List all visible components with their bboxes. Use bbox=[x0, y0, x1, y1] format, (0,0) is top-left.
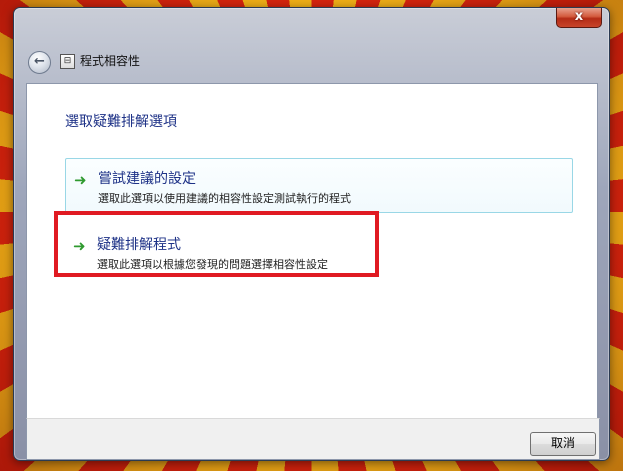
dialog-footer: 取消 bbox=[26, 418, 600, 460]
compatibility-app-icon: ⊟ bbox=[60, 54, 75, 69]
red-highlight-box bbox=[54, 211, 379, 277]
option-try-recommended-settings[interactable]: ➜ 嘗試建議的設定 選取此選項以使用建議的相容性設定測試執行的程式 bbox=[65, 158, 573, 213]
green-arrow-icon: ➜ bbox=[74, 171, 87, 189]
window-title: 程式相容性 bbox=[80, 54, 141, 68]
option-title: 嘗試建議的設定 bbox=[98, 171, 196, 187]
cancel-button[interactable]: 取消 bbox=[530, 432, 596, 456]
back-button[interactable]: ← bbox=[28, 51, 51, 74]
page-heading: 選取疑難排解選項 bbox=[65, 114, 177, 130]
close-button[interactable]: x bbox=[556, 8, 602, 28]
back-arrow-icon: ← bbox=[34, 54, 45, 69]
close-icon: x bbox=[574, 9, 584, 24]
option-description: 選取此選項以使用建議的相容性設定測試執行的程式 bbox=[98, 192, 351, 205]
